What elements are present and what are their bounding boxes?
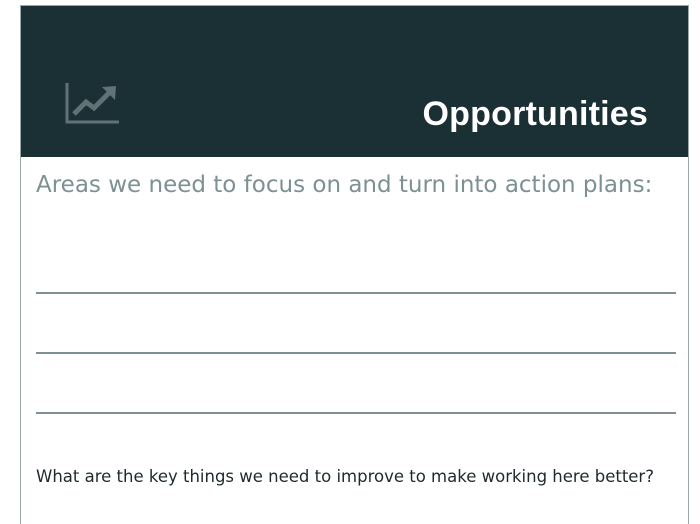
card-title: Opportunities — [422, 95, 648, 133]
opportunities-card: Opportunities Areas we need to focus on … — [20, 5, 689, 524]
answer-line-3 — [36, 412, 676, 414]
page-canvas: Opportunities Areas we need to focus on … — [0, 0, 700, 524]
answer-line-2 — [36, 352, 676, 354]
answer-line-1 — [36, 292, 676, 294]
card-header: Opportunities — [21, 6, 688, 157]
trending-up-chart-icon — [65, 83, 119, 124]
improvement-question: What are the key things we need to impro… — [36, 467, 654, 486]
focus-areas-prompt: Areas we need to focus on and turn into … — [36, 172, 653, 198]
